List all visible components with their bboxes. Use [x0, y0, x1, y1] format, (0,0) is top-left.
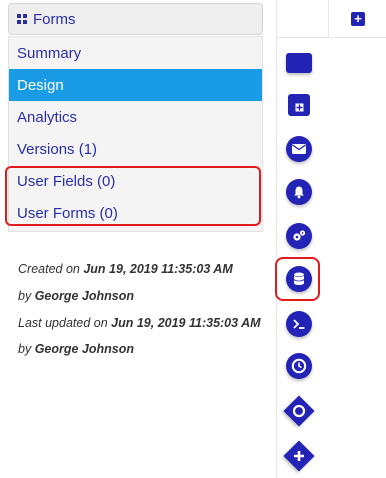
updated-by: George Johnson — [34, 342, 135, 356]
gateway-circle-icon — [283, 395, 315, 427]
created-line: Created on Jun 19, 2019 11:35:03 AM — [18, 262, 233, 276]
created-by-line: by George Johnson — [18, 289, 134, 303]
updated-prefix: Last updated on — [18, 316, 108, 330]
script-tool[interactable] — [286, 223, 312, 249]
nav-item-summary[interactable]: Summary — [9, 37, 262, 69]
nav-item-label: Summary — [17, 44, 82, 62]
clock-icon — [286, 353, 312, 379]
add-tab-button[interactable]: + — [330, 0, 386, 38]
database-tool[interactable] — [286, 266, 312, 292]
by-prefix: by — [18, 289, 32, 303]
gears-icon — [286, 223, 312, 249]
envelope-icon — [286, 136, 312, 162]
database-icon — [286, 266, 312, 292]
nav-item-analytics[interactable]: Analytics — [9, 101, 262, 133]
subprocess-tool[interactable] — [286, 92, 312, 118]
updated-date: Jun 19, 2019 11:35:03 AM — [111, 316, 261, 330]
column-divider — [276, 0, 277, 478]
task-tool[interactable] — [286, 50, 312, 76]
grid-icon — [17, 14, 27, 24]
created-prefix: Created on — [18, 262, 80, 276]
nav-item-design[interactable]: Design — [9, 69, 262, 101]
rectangle-icon — [286, 53, 312, 73]
nav-item-label: Design — [17, 76, 64, 94]
forms-header[interactable]: Forms — [8, 3, 263, 35]
email-tool[interactable] — [286, 136, 312, 162]
gateway-plus-icon — [283, 440, 315, 472]
created-by: George Johnson — [34, 289, 135, 303]
toolbar-tab[interactable] — [277, 0, 329, 38]
gateway-event-tool[interactable] — [283, 395, 315, 427]
created-date: Jun 19, 2019 11:35:03 AM — [83, 262, 233, 276]
notification-tool[interactable] — [286, 179, 312, 205]
subprocess-icon — [288, 94, 310, 116]
terminal-icon — [286, 311, 312, 337]
bell-icon — [286, 179, 312, 205]
terminal-tool[interactable] — [286, 311, 312, 337]
updated-by-line: by George Johnson — [18, 342, 134, 356]
nav-item-label: Analytics — [17, 108, 78, 126]
plus-square-icon: + — [351, 11, 365, 26]
by-prefix: by — [18, 342, 32, 356]
gateway-parallel-tool[interactable] — [283, 440, 315, 472]
forms-header-label: Forms — [33, 10, 76, 28]
user-items-highlight — [5, 166, 261, 226]
nav-item-versions[interactable]: Versions (1) — [9, 133, 262, 165]
nav-item-label: Versions (1) — [17, 140, 98, 158]
timer-tool[interactable] — [286, 353, 312, 379]
updated-line: Last updated on Jun 19, 2019 11:35:03 AM — [18, 316, 261, 330]
